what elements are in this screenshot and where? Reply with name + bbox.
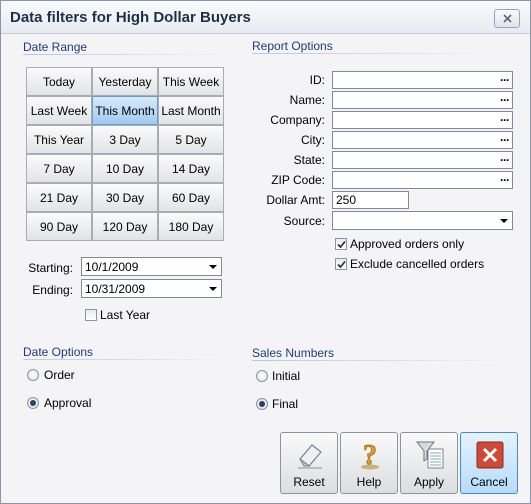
date-button-this-year[interactable]: This Year xyxy=(26,125,92,154)
date-button-120-day[interactable]: 120 Day xyxy=(92,212,158,241)
close-icon xyxy=(502,14,512,23)
help-icon: ? xyxy=(361,440,379,471)
radio-selected-dot xyxy=(30,400,36,406)
starting-date-picker[interactable]: 10/1/2009 xyxy=(81,257,222,276)
zip-code-label: ZIP Code: xyxy=(271,173,325,187)
dollar-amt-label: Dollar Amt: xyxy=(266,193,325,207)
date-button-last-month[interactable]: Last Month xyxy=(158,96,224,125)
help-button[interactable]: ? Help xyxy=(340,432,398,494)
window-title: Data filters for High Dollar Buyers xyxy=(10,9,251,26)
date-range-button-grid: Today Yesterday This Week Last Week This… xyxy=(26,67,226,241)
date-button-yesterday[interactable]: Yesterday xyxy=(92,67,158,96)
date-options-heading: Date Options xyxy=(23,345,94,359)
cancel-icon xyxy=(476,441,504,469)
final-radio[interactable] xyxy=(256,398,268,410)
initial-radio-label: Initial xyxy=(272,369,301,383)
svg-text:?: ? xyxy=(363,440,377,471)
dollar-amt-field[interactable]: 250 xyxy=(332,191,409,209)
close-button[interactable] xyxy=(494,9,520,28)
date-options-divider xyxy=(23,359,228,360)
source-select[interactable] xyxy=(332,211,513,230)
apply-button[interactable]: Apply xyxy=(400,432,458,494)
radio-selected-dot xyxy=(259,401,265,407)
ending-date-value: 10/31/2009 xyxy=(85,282,146,296)
checkmark-icon xyxy=(337,240,346,249)
ending-date-picker[interactable]: 10/31/2009 xyxy=(81,279,222,298)
reset-button[interactable]: Reset xyxy=(280,432,338,494)
chevron-down-icon xyxy=(500,219,508,223)
eraser-icon xyxy=(298,444,322,469)
approval-radio-label: Approval xyxy=(44,396,92,410)
dollar-amt-value: 250 xyxy=(336,193,357,207)
exclude-cancelled-label: Exclude cancelled orders xyxy=(350,257,485,271)
approval-radio[interactable] xyxy=(27,397,39,409)
zip-code-field[interactable]: ··· xyxy=(332,171,513,189)
date-button-14-day[interactable]: 14 Day xyxy=(158,154,224,183)
starting-label: Starting: xyxy=(28,261,73,275)
date-button-this-month[interactable]: This Month xyxy=(92,96,158,125)
starting-date-value: 10/1/2009 xyxy=(85,260,139,274)
ellipsis-icon[interactable]: ··· xyxy=(500,93,510,107)
date-button-7-day[interactable]: 7 Day xyxy=(26,154,92,183)
chevron-down-icon xyxy=(209,265,217,269)
date-range-heading: Date Range xyxy=(23,40,88,54)
sales-numbers-divider xyxy=(252,360,512,361)
company-label: Company: xyxy=(270,113,325,127)
date-button-30-day[interactable]: 30 Day xyxy=(92,183,158,212)
ellipsis-icon[interactable]: ··· xyxy=(500,73,510,87)
cancel-button[interactable]: Cancel xyxy=(460,432,518,494)
id-label: ID: xyxy=(309,73,325,87)
last-year-checkbox[interactable] xyxy=(85,309,97,321)
order-radio[interactable] xyxy=(27,369,39,381)
date-button-180-day[interactable]: 180 Day xyxy=(158,212,224,241)
approved-orders-checkbox[interactable] xyxy=(335,238,347,250)
initial-radio[interactable] xyxy=(256,370,268,382)
ellipsis-icon[interactable]: ··· xyxy=(500,153,510,167)
date-range-divider xyxy=(23,54,228,55)
state-field[interactable]: ··· xyxy=(332,151,513,169)
date-button-90-day[interactable]: 90 Day xyxy=(26,212,92,241)
date-button-5-day[interactable]: 5 Day xyxy=(158,125,224,154)
name-label: Name: xyxy=(289,93,325,107)
ellipsis-icon[interactable]: ··· xyxy=(500,133,510,147)
source-label: Source: xyxy=(283,214,325,228)
ellipsis-icon[interactable]: ··· xyxy=(500,113,510,127)
date-button-today[interactable]: Today xyxy=(26,67,92,96)
apply-button-label: Apply xyxy=(413,475,445,489)
sales-numbers-heading: Sales Numbers xyxy=(252,346,335,360)
dialog-window: Data filters for High Dollar Buyers Date… xyxy=(0,0,531,504)
date-button-3-day[interactable]: 3 Day xyxy=(92,125,158,154)
date-button-21-day[interactable]: 21 Day xyxy=(26,183,92,212)
date-button-this-week[interactable]: This Week xyxy=(158,67,224,96)
title-bar: Data filters for High Dollar Buyers xyxy=(1,1,530,34)
company-field[interactable]: ··· xyxy=(332,111,513,129)
cancel-button-label: Cancel xyxy=(470,475,508,489)
date-button-10-day[interactable]: 10 Day xyxy=(92,154,158,183)
help-button-label: Help xyxy=(356,475,382,489)
filter-funnel-icon xyxy=(415,441,444,469)
state-label: State: xyxy=(293,153,325,167)
ending-label: Ending: xyxy=(32,283,73,297)
city-field[interactable]: ··· xyxy=(332,131,513,149)
exclude-cancelled-checkbox[interactable] xyxy=(335,258,347,270)
city-label: City: xyxy=(301,133,325,147)
date-button-last-week[interactable]: Last Week xyxy=(26,96,92,125)
chevron-down-icon xyxy=(209,287,217,291)
order-radio-label: Order xyxy=(44,368,75,382)
ellipsis-icon[interactable]: ··· xyxy=(500,173,510,187)
report-options-heading: Report Options xyxy=(252,39,333,53)
name-field[interactable]: ··· xyxy=(332,91,513,109)
final-radio-label: Final xyxy=(272,397,299,411)
id-field[interactable]: ··· xyxy=(332,71,513,89)
checkmark-icon xyxy=(337,260,346,269)
date-button-60-day[interactable]: 60 Day xyxy=(158,183,224,212)
reset-button-label: Reset xyxy=(293,475,325,489)
report-options-divider xyxy=(252,53,512,54)
last-year-label: Last Year xyxy=(100,308,151,322)
approved-orders-label: Approved orders only xyxy=(350,237,465,251)
